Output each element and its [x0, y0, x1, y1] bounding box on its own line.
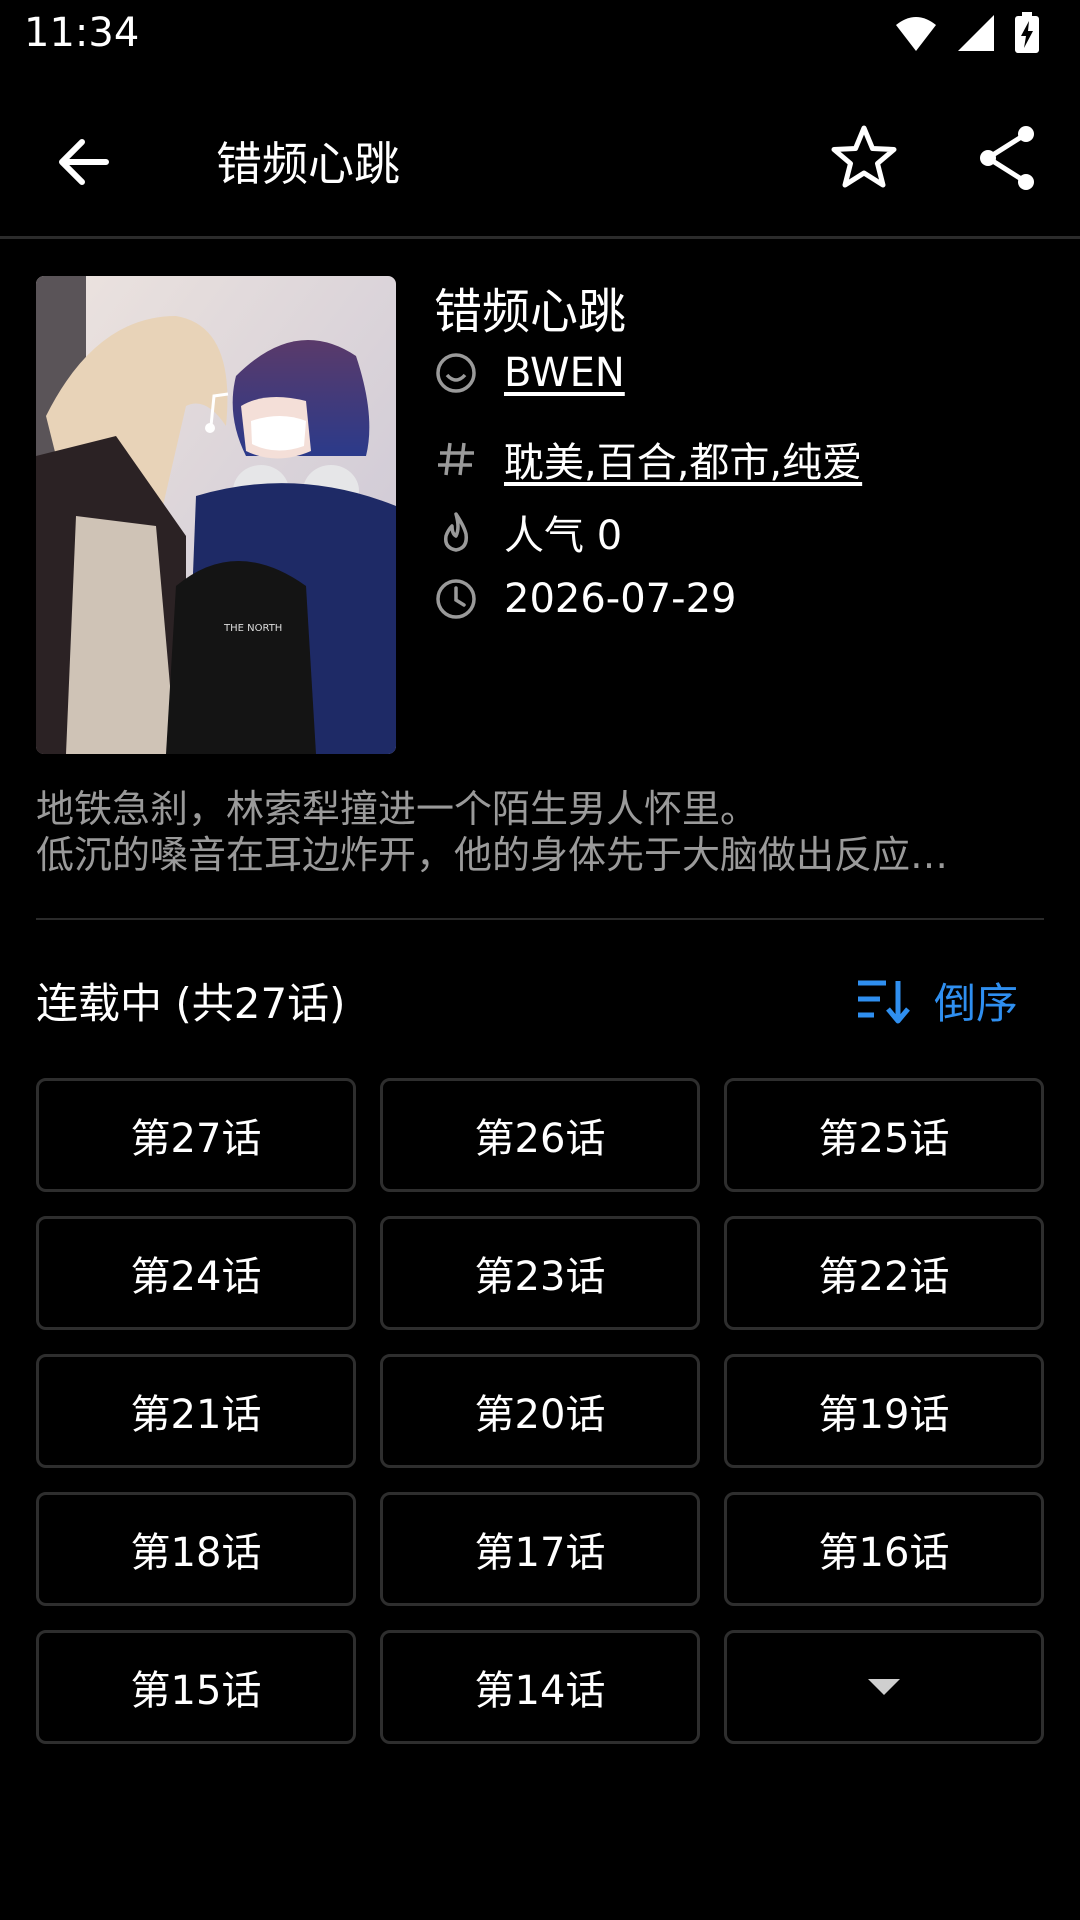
chapter-button[interactable]: 第27话 [36, 1078, 356, 1192]
face-icon [434, 351, 478, 395]
wifi-icon [896, 17, 936, 51]
expand-chapters-button[interactable] [724, 1630, 1044, 1744]
popularity-row: 人气 0 [434, 503, 622, 561]
author-link[interactable]: BWEN [504, 350, 625, 396]
chapter-grid: 第27话 第26话 第25话 第24话 第23话 第22话 第21话 第20话 … [36, 1078, 1044, 1744]
back-button[interactable] [52, 130, 116, 194]
chapter-button[interactable]: 第15话 [36, 1630, 356, 1744]
chapter-button[interactable]: 第18话 [36, 1492, 356, 1606]
update-date: 2026-07-29 [504, 576, 737, 622]
tags-link[interactable]: 耽美,百合,都市,纯爱 [504, 430, 862, 488]
sort-descending-icon [858, 980, 910, 1023]
serialization-status: 连载中 (共27话) [36, 979, 346, 1028]
chapter-button[interactable]: 第17话 [380, 1492, 700, 1606]
date-row: 2026-07-29 [434, 576, 736, 622]
chapter-button[interactable]: 第20话 [380, 1354, 700, 1468]
battery-charging-icon [1015, 12, 1039, 53]
app-bar-title: 错频心跳 [216, 137, 400, 191]
flame-icon [434, 510, 478, 554]
author-row[interactable]: BWEN [434, 350, 625, 396]
description-line-1: 地铁急刹，林索犁撞进一个陌生男人怀里。 [36, 787, 759, 831]
book-title: 错频心跳 [434, 284, 627, 340]
section-divider [36, 918, 1044, 920]
chapter-button[interactable]: 第22话 [724, 1216, 1044, 1330]
share-button[interactable] [972, 122, 1044, 194]
app-bar: 错频心跳 [0, 88, 1080, 238]
arrow-back-icon [59, 139, 109, 185]
chapter-button[interactable]: 第19话 [724, 1354, 1044, 1468]
chapter-button[interactable]: 第16话 [724, 1492, 1044, 1606]
svg-text:THE NORTH: THE NORTH [223, 623, 282, 634]
status-time: 11:34 [24, 10, 140, 56]
description-line-2: 低沉的嗓音在耳边炸开，他的身体先于大脑做出反应… [36, 833, 949, 877]
chapter-button[interactable]: 第14话 [380, 1630, 700, 1744]
chapter-button[interactable]: 第26话 [380, 1078, 700, 1192]
chapter-button[interactable]: 第25话 [724, 1078, 1044, 1192]
cell-signal-icon [958, 15, 994, 51]
chapter-button[interactable]: 第23话 [380, 1216, 700, 1330]
favorite-button[interactable] [828, 122, 900, 194]
sort-order-button[interactable]: 倒序 [856, 970, 1018, 1031]
app-bar-divider [0, 236, 1080, 239]
chapter-button[interactable]: 第21话 [36, 1354, 356, 1468]
sort-label: 倒序 [934, 979, 1019, 1028]
popularity-text: 人气 0 [504, 513, 623, 559]
cover-image[interactable]: THE NORTH [36, 276, 396, 754]
description[interactable]: 地铁急刹，林索犁撞进一个陌生男人怀里。 低沉的嗓音在耳边炸开，他的身体先于大脑做… [36, 786, 1046, 878]
star-outline-icon [831, 125, 897, 188]
cover-illustration: THE NORTH [36, 276, 396, 754]
clock-icon [434, 577, 478, 621]
chapter-button[interactable]: 第24话 [36, 1216, 356, 1330]
dropdown-arrow-icon [868, 1679, 900, 1695]
tags-row[interactable]: 耽美,百合,都市,纯爱 [434, 430, 862, 488]
status-bar: 11:34 [0, 0, 1080, 72]
status-icons [894, 12, 1040, 54]
share-icon [980, 126, 1034, 190]
hashtag-icon [434, 437, 478, 481]
